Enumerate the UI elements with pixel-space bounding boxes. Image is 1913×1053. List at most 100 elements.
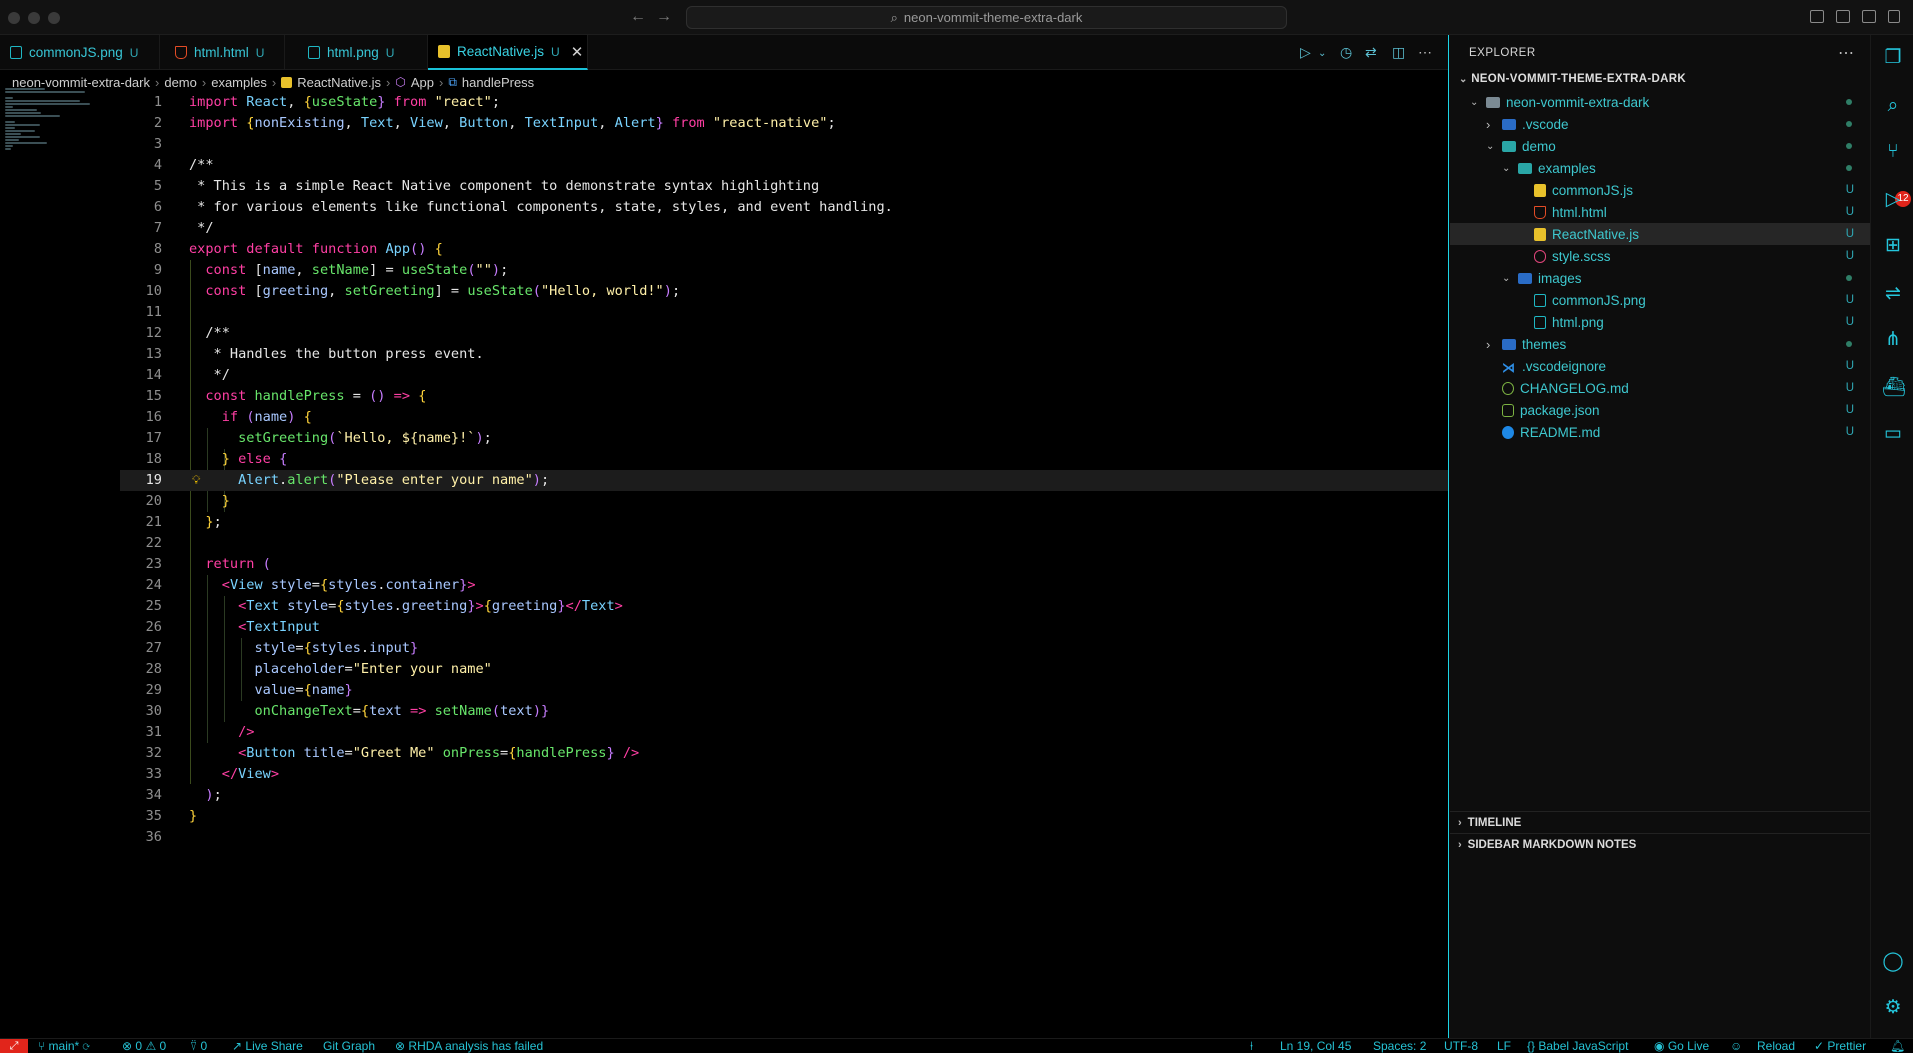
code-line[interactable]: 16 if (name) {: [120, 407, 1448, 428]
code-line[interactable]: 9 const [name, setName] = useState("");: [120, 260, 1448, 281]
branch-indicator[interactable]: ⑂ main* ⟳: [38, 1039, 90, 1053]
code-line[interactable]: 19 💡︎ Alert.alert("Please enter your name…: [120, 470, 1448, 491]
command-center-search[interactable]: ⌕ neon-vommit-theme-extra-dark: [686, 6, 1287, 29]
git-graph-icon[interactable]: ⋔: [1882, 329, 1904, 351]
tab-reactnative-js[interactable]: ReactNative.js U ✕: [428, 35, 588, 70]
run-debug-icon[interactable]: ▷: [1882, 189, 1904, 211]
code-line[interactable]: 23 return (: [120, 554, 1448, 575]
more-actions-icon[interactable]: ⋯: [1418, 44, 1432, 61]
code-line[interactable]: 36: [120, 827, 1448, 848]
code-line[interactable]: 18 } else {: [120, 449, 1448, 470]
chat-icon[interactable]: ▭: [1882, 423, 1904, 445]
breadcrumb-item[interactable]: App: [411, 75, 434, 90]
go-live-button[interactable]: ◉ Go Live: [1654, 1039, 1709, 1053]
code-line[interactable]: 20 }: [120, 491, 1448, 512]
timeline-history-icon[interactable]: ◷: [1340, 44, 1352, 61]
toggle-primary-sidebar-icon[interactable]: [1810, 10, 1824, 23]
tree-file[interactable]: CHANGELOG.md U: [1450, 377, 1870, 399]
code-line[interactable]: 27 style={styles.input}: [120, 638, 1448, 659]
code-line[interactable]: 1 import React, {useState} from "react";: [120, 92, 1448, 113]
live-share-button[interactable]: ↗ Live Share: [232, 1039, 303, 1053]
markdown-notes-section[interactable]: › SIDEBAR MARKDOWN NOTES: [1450, 833, 1870, 855]
rhda-status[interactable]: ⊗ RHDA analysis has failed: [395, 1039, 543, 1053]
minimize-window-button[interactable]: [28, 12, 40, 24]
tree-file[interactable]: html.png U: [1450, 311, 1870, 333]
tab-commonjs-png[interactable]: commonJS.png U: [0, 35, 160, 70]
code-line[interactable]: 12 /**: [120, 323, 1448, 344]
code-line[interactable]: 21 };: [120, 512, 1448, 533]
code-line[interactable]: 31 />: [120, 722, 1448, 743]
tree-file[interactable]: style.scss U: [1450, 245, 1870, 267]
code-line[interactable]: 8 export default function App() {: [120, 239, 1448, 260]
code-line[interactable]: 33 </View>: [120, 764, 1448, 785]
tree-file[interactable]: commonJS.js U: [1450, 179, 1870, 201]
tab-html-png[interactable]: html.png U: [298, 35, 428, 70]
customize-layout-icon[interactable]: [1888, 10, 1900, 23]
tree-folder[interactable]: ⌄ neon-vommit-extra-dark: [1450, 91, 1870, 113]
docker-icon[interactable]: ⛴: [1882, 377, 1906, 399]
explorer-root-folder[interactable]: ⌄ NEON-VOMMIT-THEME-EXTRA-DARK: [1459, 73, 1686, 85]
back-arrow-icon[interactable]: ←: [630, 8, 646, 26]
indentation-indicator[interactable]: Spaces: 2: [1373, 1039, 1426, 1053]
code-line[interactable]: 35}: [120, 806, 1448, 827]
code-line[interactable]: 26 <TextInput: [120, 617, 1448, 638]
code-line[interactable]: 3: [120, 134, 1448, 155]
code-line[interactable]: 15 const handlePress = () => {: [120, 386, 1448, 407]
tree-file[interactable]: README.md U: [1450, 421, 1870, 443]
code-line[interactable]: 7 */: [120, 218, 1448, 239]
problems-indicator[interactable]: ⊗ 0 ⚠ 0: [122, 1039, 166, 1053]
minimap[interactable]: [5, 88, 105, 163]
code-line[interactable]: 34 );: [120, 785, 1448, 806]
code-line[interactable]: 11: [120, 302, 1448, 323]
tree-file[interactable]: ⋊ .vscodeignore U: [1450, 355, 1870, 377]
tree-file[interactable]: ReactNative.js U: [1450, 223, 1870, 245]
eol-indicator[interactable]: LF: [1497, 1039, 1511, 1053]
code-editor[interactable]: 1 import React, {useState} from "react"; 2…: [120, 92, 1448, 1042]
code-line[interactable]: 29 value={name}: [120, 680, 1448, 701]
cursor-position[interactable]: Ln 19, Col 45: [1280, 1039, 1351, 1053]
breadcrumb-item[interactable]: examples: [211, 75, 267, 90]
code-line[interactable]: 22: [120, 533, 1448, 554]
search-icon[interactable]: ⌕: [1882, 95, 1904, 117]
git-graph-button[interactable]: Git Graph: [323, 1039, 375, 1053]
tree-folder[interactable]: ⌄ examples: [1450, 157, 1870, 179]
copilot-icon[interactable]: ☺: [1730, 1039, 1742, 1053]
tree-folder[interactable]: › themes: [1450, 333, 1870, 355]
code-line[interactable]: 13 * Handles the button press event.: [120, 344, 1448, 365]
breadcrumb-item[interactable]: demo: [164, 75, 197, 90]
tree-folder[interactable]: ⌄ demo: [1450, 135, 1870, 157]
code-line[interactable]: 17 setGreeting(`Hello, ${name}!`);: [120, 428, 1448, 449]
language-mode[interactable]: {} Babel JavaScript: [1527, 1039, 1628, 1053]
toggle-panel-icon[interactable]: [1836, 10, 1850, 23]
code-line[interactable]: 6 * for various elements like functional…: [120, 197, 1448, 218]
remote-explorer-icon[interactable]: ⇌: [1882, 283, 1904, 305]
compare-changes-icon[interactable]: ⇄: [1365, 44, 1377, 61]
ports-indicator[interactable]: ⍢ 0: [190, 1039, 207, 1053]
breadcrumb-item[interactable]: ReactNative.js: [297, 75, 381, 90]
close-tab-icon[interactable]: ✕: [571, 43, 584, 61]
reload-button[interactable]: Reload: [1757, 1039, 1795, 1053]
code-line[interactable]: 10 const [greeting, setGreeting] = useSt…: [120, 281, 1448, 302]
source-control-icon[interactable]: ⑂: [1882, 141, 1904, 163]
notifications-bell-icon[interactable]: 🔔︎: [1890, 1039, 1905, 1053]
code-line[interactable]: 30 onChangeText={text => setName(text)}: [120, 701, 1448, 722]
tree-folder[interactable]: ⌄ images: [1450, 267, 1870, 289]
prettier-indicator[interactable]: ✓ Prettier: [1814, 1039, 1866, 1053]
code-line[interactable]: 2 import {nonExisting, Text, View, Button…: [120, 113, 1448, 134]
gear-icon[interactable]: ⚙: [1882, 997, 1904, 1019]
account-icon[interactable]: ◯: [1882, 951, 1904, 973]
maximize-window-button[interactable]: [48, 12, 60, 24]
timeline-section[interactable]: › TIMELINE: [1450, 811, 1870, 833]
tree-file[interactable]: html.html U: [1450, 201, 1870, 223]
remote-indicator-icon[interactable]: ⤢: [0, 1039, 28, 1053]
tree-file[interactable]: package.json U: [1450, 399, 1870, 421]
code-line[interactable]: 5 * This is a simple React Native compon…: [120, 176, 1448, 197]
forward-arrow-icon[interactable]: →: [656, 8, 672, 26]
code-line[interactable]: 28 placeholder="Enter your name": [120, 659, 1448, 680]
code-line[interactable]: 14 */: [120, 365, 1448, 386]
more-actions-icon[interactable]: ⋯: [1838, 43, 1854, 63]
close-window-button[interactable]: [8, 12, 20, 24]
code-line[interactable]: 32 <Button title="Greet Me" onPress={han…: [120, 743, 1448, 764]
tab-html-html[interactable]: html.html U: [165, 35, 285, 70]
run-icon[interactable]: ▷: [1300, 44, 1311, 61]
